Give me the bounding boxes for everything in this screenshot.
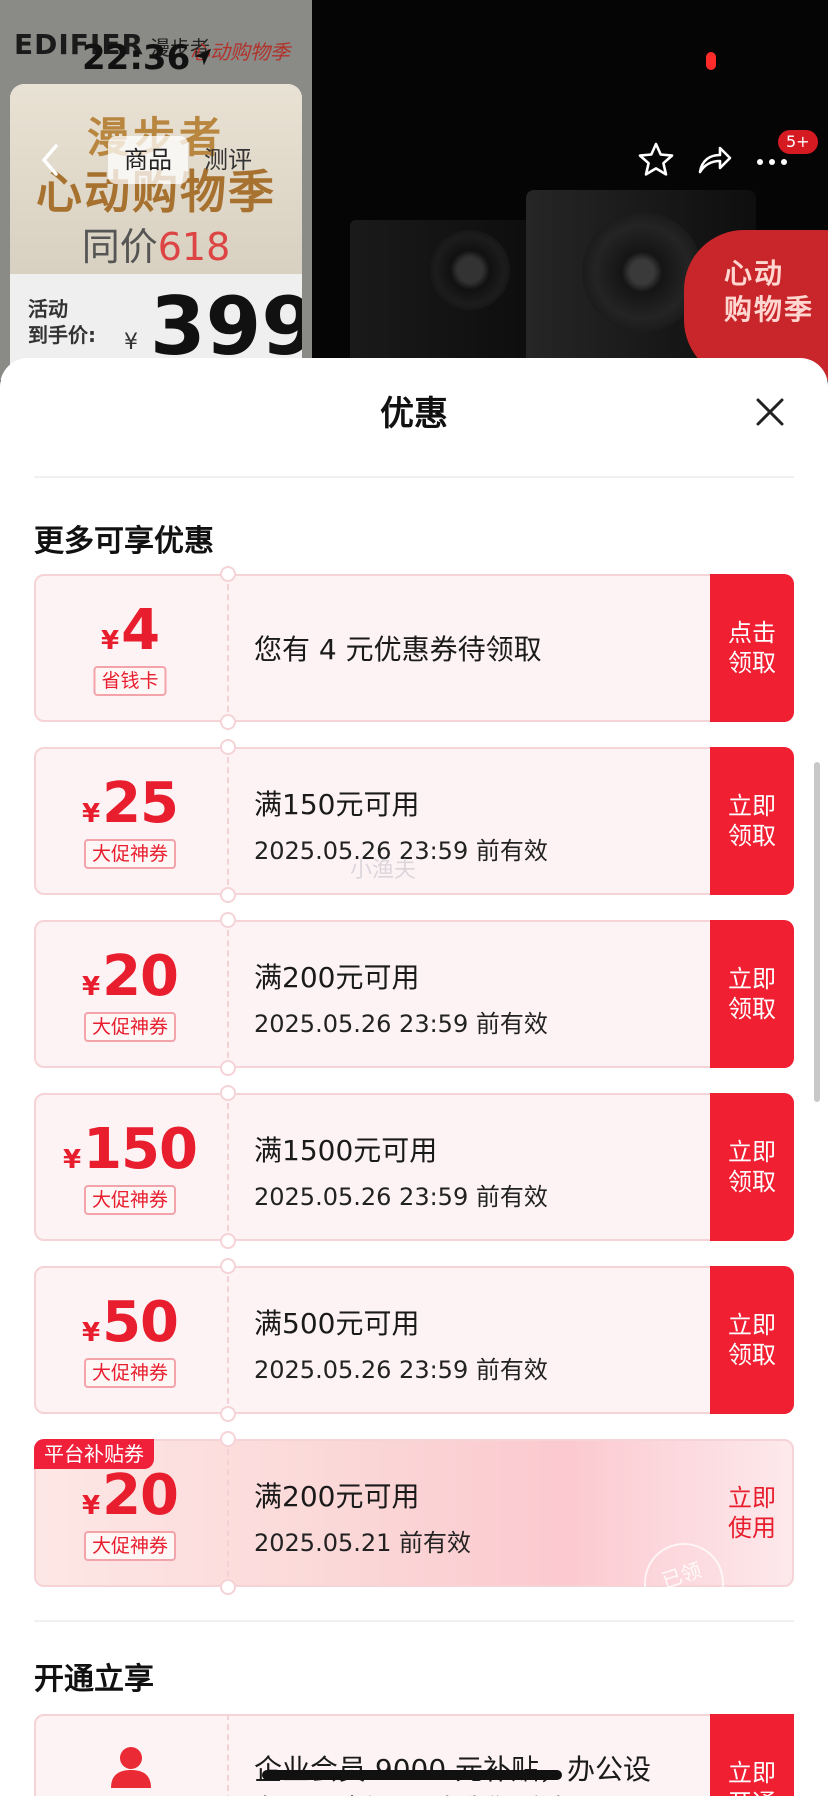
scrollbar[interactable] xyxy=(814,762,820,1102)
section-title-more-offers: 更多可享优惠 xyxy=(34,524,214,559)
coupon-expiry: 2025.05.26 23:59 前有效 xyxy=(254,1010,548,1038)
status-time: 22:36 xyxy=(82,38,191,78)
coupon-condition: 满1500元可用 xyxy=(254,1134,438,1167)
coupon-tag: 大促神券 xyxy=(83,1358,177,1388)
promo-tagline: 同价618 xyxy=(81,225,231,269)
claim-button[interactable]: 立即 领取 xyxy=(710,1093,794,1241)
promo-price-label: 活动 到手价: xyxy=(28,297,96,347)
coupon-tag: 大促神券 xyxy=(83,1185,177,1215)
coupon-description: 您有 4 元优惠券待领取 xyxy=(254,633,542,666)
membership-card: 企业会员 9000 元补贴，办公设备 1 是折是，让我们采购 立即开通 xyxy=(34,1714,794,1796)
claim-button[interactable]: 立即 领取 xyxy=(710,920,794,1068)
divider xyxy=(34,476,794,478)
coupon-card: ¥4 省钱卡 您有 4 元优惠券待领取 点击 领取 xyxy=(34,566,794,730)
recording-indicator xyxy=(706,52,716,70)
coupon-amount: ¥150 xyxy=(63,1117,198,1182)
person-icon xyxy=(111,1747,151,1788)
message-count-badge: 5+ xyxy=(778,130,818,154)
divider xyxy=(34,1620,794,1622)
coupon-expiry: 2025.05.26 23:59 前有效 xyxy=(254,1183,548,1211)
coupon-condition: 满200元可用 xyxy=(254,1480,420,1513)
coupon-tag: 大促神券 xyxy=(83,839,177,869)
speaker-image-left xyxy=(350,220,540,380)
star-icon[interactable] xyxy=(636,140,676,180)
home-indicator[interactable] xyxy=(262,1770,562,1780)
promo-yen: ¥ xyxy=(124,330,138,355)
coupon-card: ¥50 大促神券 满500元可用 2025.05.26 23:59 前有效 立即… xyxy=(34,1258,794,1422)
product-page-background: 漫步者 心动购物季 同价618 活动 到手价: ¥ 399 EDIFIER 漫步… xyxy=(0,0,828,380)
claim-button[interactable]: 立即 领取 xyxy=(710,747,794,895)
coupon-card: ¥20 大促神券 满200元可用 2025.05.26 23:59 前有效 立即… xyxy=(34,912,794,1076)
coupon-expiry: 2025.05.21 前有效 xyxy=(254,1529,472,1557)
activate-button[interactable]: 立即开通 xyxy=(710,1714,794,1796)
coupon-amount: ¥25 xyxy=(81,771,179,836)
coupon-tag: 大促神券 xyxy=(83,1012,177,1042)
location-arrow-icon xyxy=(194,48,212,66)
product-nav-tabs: 商品 测评 xyxy=(108,136,268,184)
sheet-title: 优惠 xyxy=(380,394,448,434)
coupon-amount: ¥20 xyxy=(81,1463,179,1528)
offers-sheet: 优惠 更多可享优惠 ¥4 省钱卡 您有 4 元优惠券待领取 点击 领取 ¥25 大… xyxy=(0,358,828,1796)
use-button[interactable]: 立即 使用 xyxy=(710,1439,794,1587)
close-icon[interactable] xyxy=(752,394,788,430)
back-arrow-icon[interactable] xyxy=(36,142,66,178)
coupon-condition: 满150元可用 xyxy=(254,788,420,821)
tab-review[interactable]: 测评 xyxy=(188,136,268,184)
promo-card: 漫步者 心动购物季 同价618 活动 到手价: ¥ 399 xyxy=(10,84,302,380)
coupon-tag: 大促神券 xyxy=(83,1531,177,1561)
claim-button[interactable]: 点击 领取 xyxy=(710,574,794,722)
coupon-expiry: 2025.05.26 23:59 前有效 xyxy=(254,1356,548,1384)
coupon-tag: 省钱卡 xyxy=(93,666,167,696)
coupon-amount: ¥50 xyxy=(81,1290,179,1355)
coupon-amount: ¥20 xyxy=(81,944,179,1009)
coupon-card: ¥150 大促神券 满1500元可用 2025.05.26 23:59 前有效 … xyxy=(34,1085,794,1249)
coupon-card-platform: 平台补贴券 ¥20 大促神券 满200元可用 2025.05.21 前有效 已领… xyxy=(34,1431,794,1634)
share-icon[interactable] xyxy=(694,140,734,180)
watermark: 小渔夫 xyxy=(350,858,417,883)
coupon-condition: 满500元可用 xyxy=(254,1307,420,1340)
claim-button[interactable]: 立即 领取 xyxy=(710,1266,794,1414)
coupon-condition: 满200元可用 xyxy=(254,961,420,994)
section-title-open-benefits: 开通立享 xyxy=(34,1662,154,1697)
tab-product[interactable]: 商品 xyxy=(108,136,188,184)
coupon-amount: ¥4 xyxy=(100,598,160,663)
